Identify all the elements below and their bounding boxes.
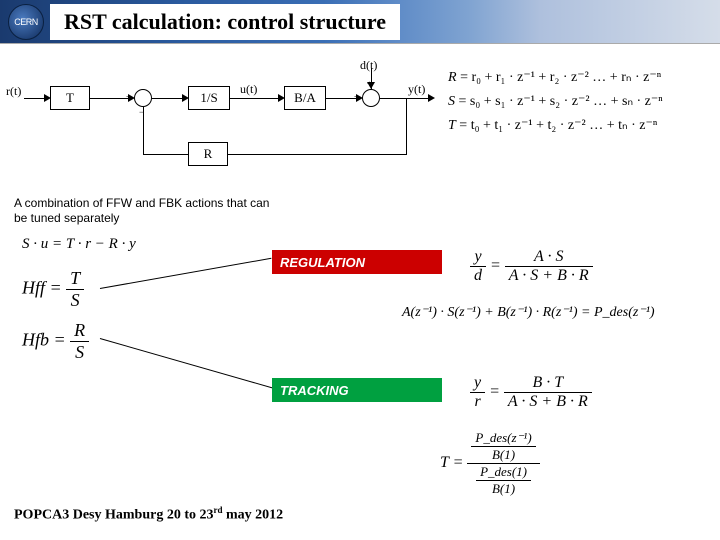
eq-hfb: Hfb = RS — [22, 320, 89, 363]
eq-T-lhs: T = — [440, 454, 463, 471]
connector-line-2 — [100, 338, 279, 390]
sum-2: ++ — [362, 89, 380, 107]
regulation-label: REGULATION — [272, 250, 442, 274]
cern-logo: CERN — [8, 4, 44, 40]
polynomial-defs: R = r₀ + r₁ · z⁻¹ + r₂ · z⁻² … + rₙ · z⁻… — [448, 66, 710, 137]
eq-T: T = P_des(z⁻¹)B(1) P_des(1)B(1) — [440, 430, 540, 497]
signal-u: u(t) — [240, 82, 257, 97]
def-R-rhs: = r₀ + r₁ · z⁻¹ + r₂ · z⁻² … + rₙ · z⁻ⁿ — [460, 70, 661, 85]
eq-yd-rhs-num: A · S — [505, 248, 593, 267]
eq-yd-lhs-den: d — [470, 267, 486, 285]
eq-yd-lhs-num: y — [470, 248, 486, 267]
eq-yr-lhs-den: r — [470, 393, 485, 411]
def-S-lhs: S — [448, 94, 455, 109]
block-1-over-S: 1/S — [188, 86, 230, 110]
eq-hff-den: S — [66, 290, 84, 311]
def-T-lhs: T — [448, 118, 456, 133]
eq-T-dd: B(1) — [476, 481, 531, 497]
connector-line-1 — [100, 258, 272, 289]
eq-yr-rhs-den: A · S + B · R — [504, 393, 592, 411]
block-diagram: r(t) T +− 1/S u(t) B/A ++ d(t) y(t) R — [10, 64, 440, 184]
eq-T-nn: P_des(z⁻¹) — [471, 430, 535, 447]
def-S-rhs: = s₀ + s₁ · z⁻¹ + s₂ · z⁻² … + sₙ · z⁻ⁿ — [459, 94, 663, 109]
eq-hfb-den: S — [70, 342, 89, 363]
eq-hfb-num: R — [70, 320, 89, 342]
eq-yd: yd = A · SA · S + B · R — [470, 248, 593, 285]
title-band: RST calculation: control structure — [50, 4, 400, 40]
eq-su: S · u = T · r − R · y — [22, 236, 136, 253]
eq-yr-rhs-num: B · T — [504, 374, 592, 393]
eq-yr: yr = B · TA · S + B · R — [470, 374, 592, 411]
tracking-label: TRACKING — [272, 378, 442, 402]
eq-T-dn: P_des(1) — [476, 464, 531, 481]
footer-sup: rd — [214, 505, 223, 515]
eq-hff: Hff = TS — [22, 268, 84, 311]
footer-post: may 2012 — [223, 508, 284, 523]
signal-r: r(t) — [6, 84, 21, 99]
caption: A combination of FFW and FBK actions tha… — [14, 196, 284, 226]
footer-pre: POPCA3 Desy Hamburg 20 to 23 — [14, 508, 214, 523]
eq-yd-rhs-den: A · S + B · R — [505, 267, 593, 285]
eq-hff-lhs: Hff = — [22, 278, 62, 298]
eq-hfb-lhs: Hfb = — [22, 330, 66, 350]
block-T: T — [50, 86, 90, 110]
eq-T-nd: B(1) — [471, 447, 535, 463]
footer: POPCA3 Desy Hamburg 20 to 23rd may 2012 — [14, 505, 283, 524]
eq-yr-lhs-num: y — [470, 374, 485, 393]
sum-1: +− — [134, 89, 152, 107]
block-B-over-A: B/A — [284, 86, 326, 110]
block-R: R — [188, 142, 228, 166]
signal-d: d(t) — [360, 58, 377, 73]
signal-y: y(t) — [408, 82, 425, 97]
eq-char-poly: A(z⁻¹) · S(z⁻¹) + B(z⁻¹) · R(z⁻¹) = P_de… — [402, 304, 655, 321]
page-title: RST calculation: control structure — [64, 9, 386, 35]
def-T-rhs: = t₀ + t₁ · z⁻¹ + t₂ · z⁻² … + tₙ · z⁻ⁿ — [459, 118, 657, 133]
eq-hff-num: T — [66, 268, 84, 290]
def-R-lhs: R — [448, 70, 457, 85]
